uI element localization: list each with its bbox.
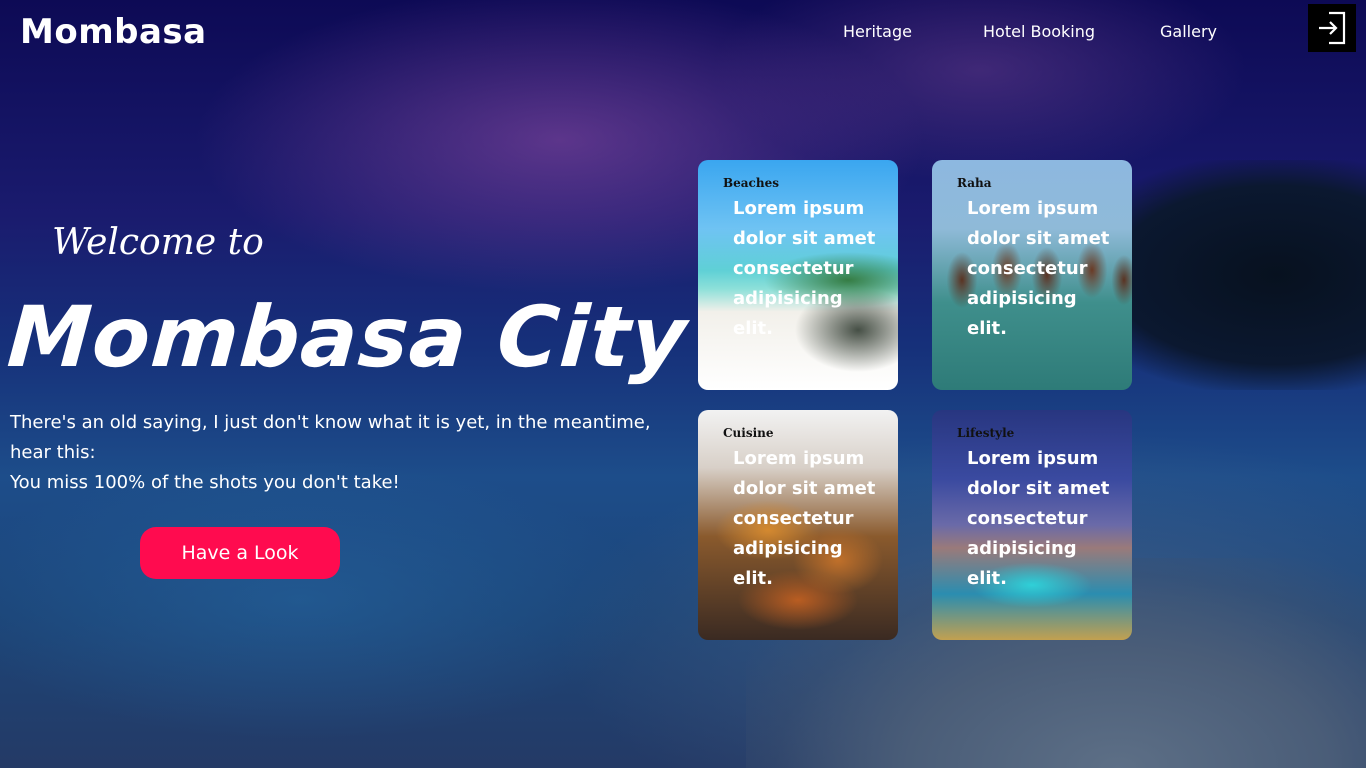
card-raha[interactable]: Raha Lorem ipsum dolor sit amet consecte… bbox=[932, 160, 1132, 390]
hero-tagline: There's an old saying, I just don't know… bbox=[10, 408, 660, 498]
tagline-line-2: You miss 100% of the shots you don't tak… bbox=[10, 472, 400, 493]
welcome-heading: Welcome to bbox=[52, 222, 264, 263]
card-body: Lorem ipsum dolor sit amet consectetur a… bbox=[733, 198, 876, 339]
nav-link-heritage[interactable]: Heritage bbox=[843, 22, 912, 41]
main-nav: Heritage Hotel Booking Gallery bbox=[0, 22, 1366, 46]
card-label: Raha bbox=[957, 176, 992, 190]
nav-link-hotel-booking[interactable]: Hotel Booking bbox=[983, 22, 1095, 41]
card-label: Cuisine bbox=[723, 426, 774, 440]
card-body: Lorem ipsum dolor sit amet consectetur a… bbox=[967, 198, 1110, 339]
card-beaches[interactable]: Beaches Lorem ipsum dolor sit amet conse… bbox=[698, 160, 898, 390]
login-button[interactable] bbox=[1308, 4, 1356, 52]
card-cuisine[interactable]: Cuisine Lorem ipsum dolor sit amet conse… bbox=[698, 410, 898, 640]
have-a-look-button[interactable]: Have a Look bbox=[140, 527, 340, 579]
hero-title: Mombasa City bbox=[4, 288, 691, 386]
card-body: Lorem ipsum dolor sit amet consectetur a… bbox=[733, 448, 876, 589]
card-label: Beaches bbox=[723, 176, 779, 190]
card-label: Lifestyle bbox=[957, 426, 1015, 440]
sign-in-icon bbox=[1319, 11, 1346, 45]
tagline-line-1: There's an old saying, I just don't know… bbox=[10, 412, 651, 463]
nav-link-gallery[interactable]: Gallery bbox=[1160, 22, 1217, 41]
card-body: Lorem ipsum dolor sit amet consectetur a… bbox=[967, 448, 1110, 589]
card-lifestyle[interactable]: Lifestyle Lorem ipsum dolor sit amet con… bbox=[932, 410, 1132, 640]
